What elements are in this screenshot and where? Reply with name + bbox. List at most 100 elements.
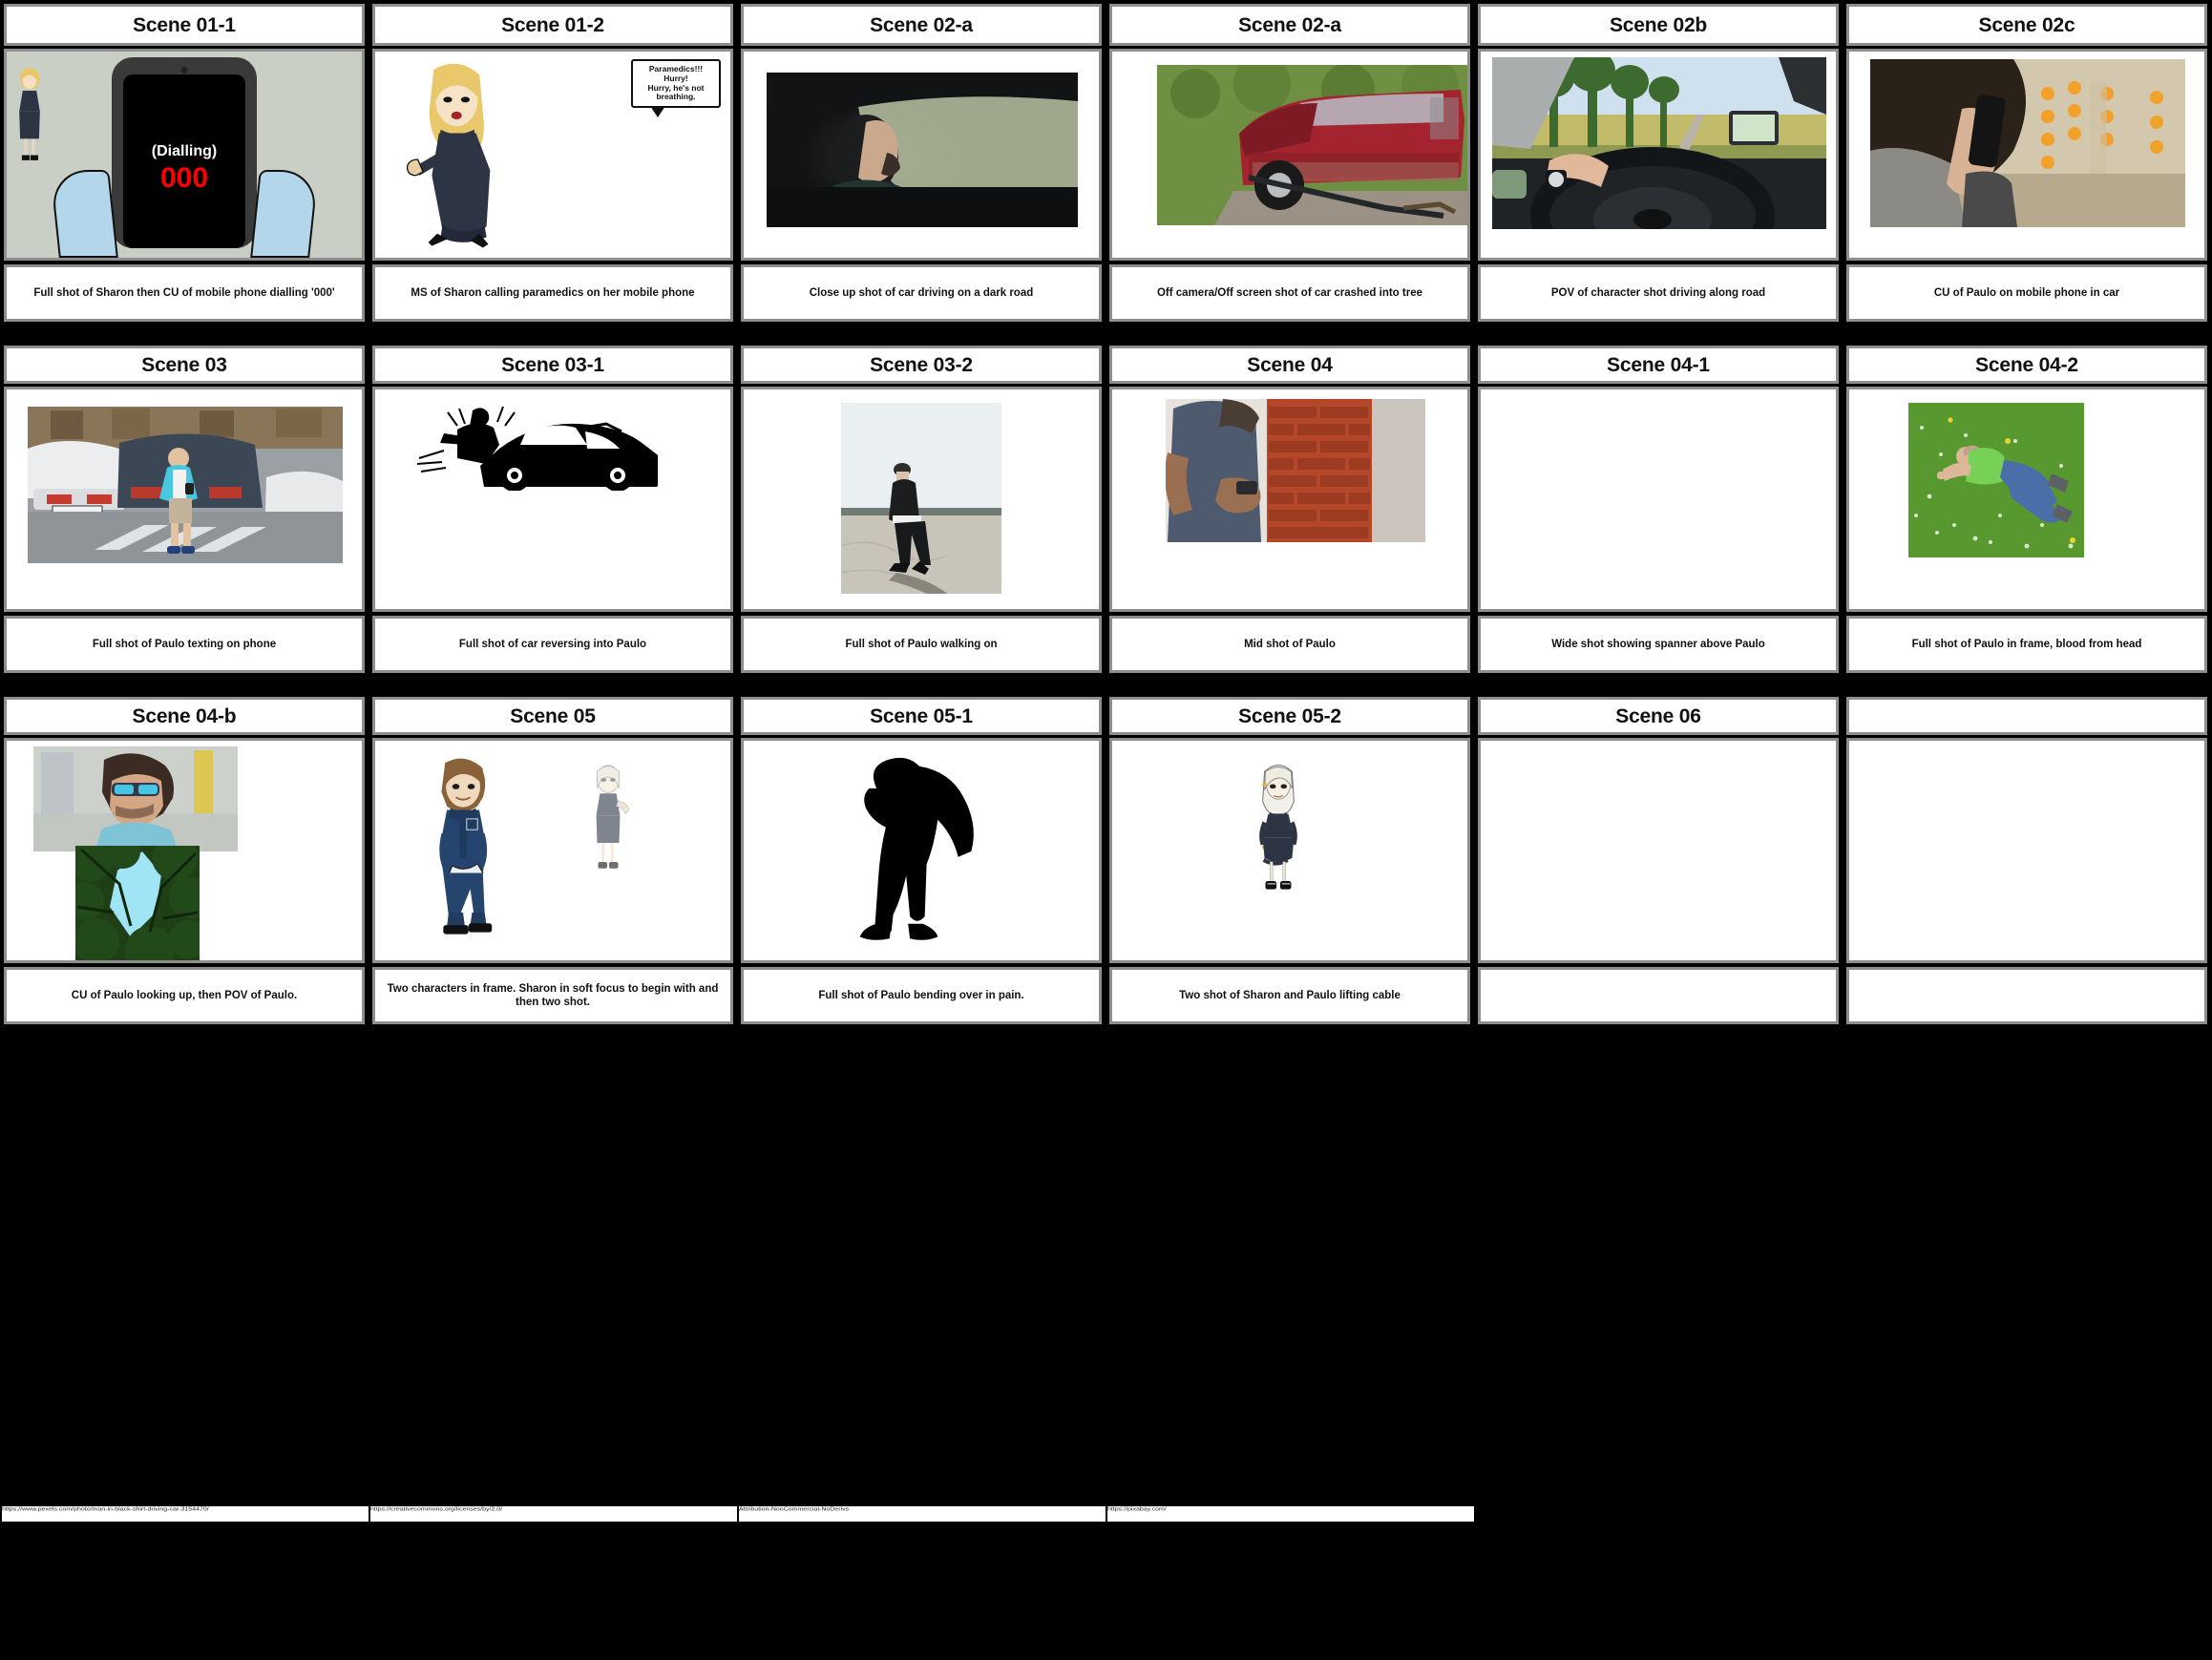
cell-art-panel[interactable]: [1109, 49, 1470, 261]
cell-art-panel[interactable]: Paramedics!!! Hurry! Hurry, he's not bre…: [372, 49, 733, 261]
cell-title-bar[interactable]: Scene 02c: [1846, 4, 2207, 46]
art-pov-steering-wheel-road: [1492, 57, 1826, 229]
cell-title-bar[interactable]: Scene 04-2: [1846, 346, 2207, 384]
cell-caption-panel[interactable]: Full shot of Paulo texting on phone: [4, 616, 365, 673]
storyboard-cell[interactable]: Scene 02c CU of Paulo on mobile phone in…: [1843, 0, 2211, 325]
speech-line-2: Hurry!: [664, 73, 688, 83]
storyboard-cell[interactable]: Scene 04 Mid shot of Paulo: [1106, 342, 1474, 676]
attribution-chunk: https://creativecommons.org/licenses/by/…: [369, 1506, 737, 1522]
cell-art-panel[interactable]: [1846, 738, 2207, 963]
attribution-text: https://creativecommons.org/licenses/by/…: [370, 1506, 503, 1513]
cell-title: Scene 02b: [1609, 13, 1708, 36]
cell-art-panel[interactable]: [1478, 738, 1839, 963]
cell-title-bar[interactable]: [1846, 697, 2207, 735]
storyboard-cell[interactable]: Scene 02-a Close up shot of car driving …: [737, 0, 1106, 325]
storyboard-cell[interactable]: Scene 02b POV of character shot driving …: [1474, 0, 1843, 325]
cell-title-bar[interactable]: Scene 05: [372, 697, 733, 735]
cell-caption: Full shot of Paulo bending over in pain.: [818, 989, 1024, 1001]
cell-title-bar[interactable]: Scene 02-a: [1109, 4, 1470, 46]
cell-caption: POV of character shot driving along road: [1550, 286, 1766, 299]
cell-caption: Full shot of Paulo walking on: [845, 638, 998, 650]
cell-art-panel[interactable]: [741, 738, 1102, 963]
cell-title-bar[interactable]: Scene 03-2: [741, 346, 1102, 384]
cell-caption: Full shot of Paulo in frame, blood from …: [1911, 638, 2142, 650]
storyboard-cell[interactable]: Scene 01-1 (Dialling) 000 Full shot of S…: [0, 0, 369, 325]
cell-title-bar[interactable]: Scene 02b: [1478, 4, 1839, 46]
cell-caption: CU of Paulo on mobile phone in car: [1933, 286, 2120, 299]
cell-caption: Full shot of Sharon then CU of mobile ph…: [33, 286, 335, 299]
cell-title: Scene 02c: [1978, 13, 2075, 36]
attribution-text: Attribution-NonCommercial-NoDerivs: [739, 1506, 850, 1513]
storyboard-canvas: Scene 01-1 (Dialling) 000 Full shot of S…: [0, 0, 2212, 1660]
art-sharon-dialling-phone: (Dialling) 000: [7, 52, 362, 258]
cell-caption-panel[interactable]: Mid shot of Paulo: [1109, 616, 1470, 673]
storyboard-cell[interactable]: Scene 04-1 Wide shot showing spanner abo…: [1474, 342, 1843, 676]
cell-art-panel[interactable]: [4, 387, 365, 612]
cell-art-panel[interactable]: [1846, 387, 2207, 612]
cell-title: Scene 04-1: [1607, 353, 1710, 376]
cell-title-bar[interactable]: Scene 02-a: [741, 4, 1102, 46]
cell-art-panel[interactable]: [372, 387, 733, 612]
cell-caption-panel[interactable]: Full shot of Paulo in frame, blood from …: [1846, 616, 2207, 673]
cell-caption-panel[interactable]: POV of character shot driving along road: [1478, 264, 1839, 322]
cell-title-bar[interactable]: Scene 06: [1478, 697, 1839, 735]
cell-caption-panel[interactable]: Wide shot showing spanner above Paulo: [1478, 616, 1839, 673]
cell-art-panel[interactable]: [372, 738, 733, 963]
storyboard-cell[interactable]: Scene 04-b CU of Paulo looking up, then …: [0, 693, 369, 1027]
cell-art-panel[interactable]: [1109, 738, 1470, 963]
cell-title: Scene 02-a: [870, 13, 973, 36]
cell-caption-panel[interactable]: Full shot of Paulo walking on: [741, 616, 1102, 673]
cell-title: Scene 06: [1615, 704, 1701, 727]
cell-art-panel[interactable]: (Dialling) 000: [4, 49, 365, 261]
cell-caption-panel[interactable]: CU of Paulo looking up, then POV of Paul…: [4, 967, 365, 1024]
storyboard-cell[interactable]: Scene 02-a Off camera/Off screen shot of…: [1106, 0, 1474, 325]
cell-caption-panel[interactable]: [1478, 967, 1839, 1024]
cell-caption: CU of Paulo looking up, then POV of Paul…: [71, 989, 298, 1001]
dialled-number: 000: [159, 162, 209, 194]
cell-caption: Off camera/Off screen shot of car crashe…: [1156, 286, 1422, 299]
cell-caption-panel[interactable]: Full shot of Paulo bending over in pain.: [741, 967, 1102, 1024]
cell-caption-panel[interactable]: Two characters in frame. Sharon in soft …: [372, 967, 733, 1024]
cell-title-bar[interactable]: Scene 01-2: [372, 4, 733, 46]
cell-title-bar[interactable]: Scene 04-1: [1478, 346, 1839, 384]
storyboard-cell[interactable]: Scene 01-2 Paramedics!!! Hurry! Hurry, h…: [369, 0, 737, 325]
cell-caption-panel[interactable]: MS of Sharon calling paramedics on her m…: [372, 264, 733, 322]
sharon-kneeling-figure-icon: [406, 63, 491, 248]
cell-caption-panel[interactable]: Two shot of Sharon and Paulo lifting cab…: [1109, 967, 1470, 1024]
cell-caption-panel[interactable]: Full shot of car reversing into Paulo: [372, 616, 733, 673]
cell-caption-panel[interactable]: Off camera/Off screen shot of car crashe…: [1109, 264, 1470, 322]
storyboard-cell[interactable]: Scene 03 Full shot of Paulo texting on p…: [0, 342, 369, 676]
attribution-chunk: https://pixabay.com/: [1106, 1506, 1474, 1522]
storyboard-cell[interactable]: Scene 04-2 Full shot of Paulo in frame, …: [1843, 342, 2211, 676]
cell-title-bar[interactable]: Scene 04-b: [4, 697, 365, 735]
storyboard-cell[interactable]: Scene 05 Two characters in frame. Sharon…: [369, 693, 737, 1027]
cell-art-panel[interactable]: [1478, 387, 1839, 612]
art-man-looking-up: [33, 746, 238, 851]
attribution-chunk: Attribution-NonCommercial-NoDerivs: [737, 1506, 1106, 1522]
storyboard-cell[interactable]: Scene 03-1 Full shot of car reversing in…: [369, 342, 737, 676]
cell-title-bar[interactable]: Scene 05-2: [1109, 697, 1470, 735]
cell-caption-panel[interactable]: Full shot of Sharon then CU of mobile ph…: [4, 264, 365, 322]
cell-title-bar[interactable]: Scene 03-1: [372, 346, 733, 384]
storyboard-cell[interactable]: [1843, 693, 2211, 1027]
cell-art-panel[interactable]: [4, 738, 365, 963]
cell-title: Scene 03-2: [870, 353, 973, 376]
cell-art-panel[interactable]: [1109, 387, 1470, 612]
cell-caption-panel[interactable]: CU of Paulo on mobile phone in car: [1846, 264, 2207, 322]
art-empty: [1481, 741, 1836, 960]
cell-caption-panel[interactable]: Close up shot of car driving on a dark r…: [741, 264, 1102, 322]
cell-art-panel[interactable]: [741, 387, 1102, 612]
sharon-mini-figure-icon: [19, 67, 40, 160]
cell-art-panel[interactable]: [1846, 49, 2207, 261]
storyboard-cell[interactable]: Scene 03-2 Full shot of Paulo walking on: [737, 342, 1106, 676]
storyboard-cell[interactable]: Scene 05-1 Full shot of Paulo bending ov…: [737, 693, 1106, 1027]
cell-title-bar[interactable]: Scene 04: [1109, 346, 1470, 384]
cell-title-bar[interactable]: Scene 03: [4, 346, 365, 384]
cell-caption-panel[interactable]: [1846, 967, 2207, 1024]
cell-title-bar[interactable]: Scene 05-1: [741, 697, 1102, 735]
storyboard-cell[interactable]: Scene 06: [1474, 693, 1843, 1027]
cell-art-panel[interactable]: [1478, 49, 1839, 261]
cell-title-bar[interactable]: Scene 01-1: [4, 4, 365, 46]
storyboard-cell[interactable]: Scene 05-2 Two shot of Sharon and Paulo …: [1106, 693, 1474, 1027]
cell-art-panel[interactable]: [741, 49, 1102, 261]
